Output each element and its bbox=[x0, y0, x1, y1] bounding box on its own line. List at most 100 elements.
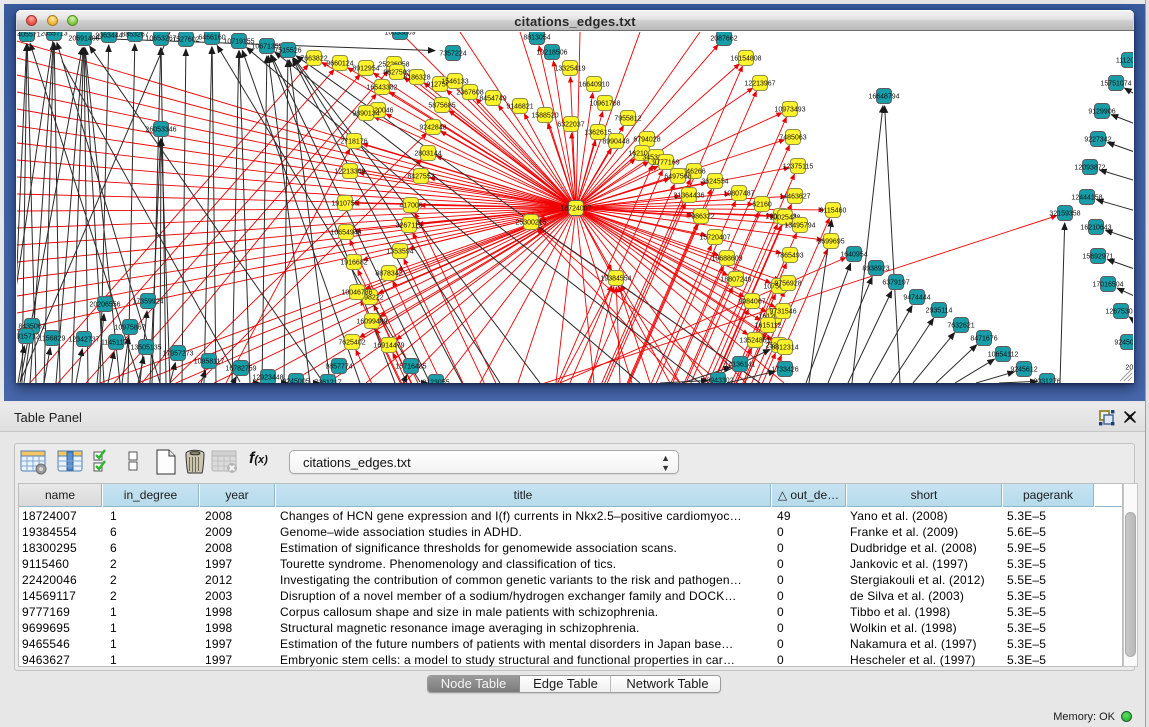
svg-text:9756928: 9756928 bbox=[774, 281, 801, 288]
svg-text:3624554: 3624554 bbox=[701, 179, 728, 186]
svg-text:2718176: 2718176 bbox=[340, 139, 367, 146]
svg-text:1156829: 1156829 bbox=[39, 336, 66, 343]
svg-text:10719155: 10719155 bbox=[223, 39, 254, 46]
svg-text:8912954: 8912954 bbox=[352, 66, 379, 73]
svg-text:13495794: 13495794 bbox=[784, 223, 815, 230]
svg-text:9227342: 9227342 bbox=[1084, 137, 1111, 144]
svg-text:9777169: 9777169 bbox=[652, 160, 679, 167]
svg-text:16210643: 16210643 bbox=[1080, 225, 1111, 232]
svg-text:3915712: 3915712 bbox=[17, 334, 40, 341]
svg-text:16154808: 16154808 bbox=[730, 56, 761, 63]
svg-text:1910755: 1910755 bbox=[331, 201, 358, 208]
svg-text:7955812: 7955812 bbox=[614, 116, 641, 123]
svg-text:8186328: 8186328 bbox=[403, 75, 430, 82]
svg-text:9857774: 9857774 bbox=[325, 364, 352, 371]
svg-text:17359924: 17359924 bbox=[132, 299, 163, 306]
svg-text:1588520: 1588520 bbox=[531, 113, 558, 120]
svg-text:8938923: 8938923 bbox=[862, 266, 889, 273]
svg-text:8427552: 8427552 bbox=[407, 174, 434, 181]
svg-text:32159358: 32159358 bbox=[1049, 211, 1080, 218]
svg-text:8471676: 8471676 bbox=[970, 336, 997, 343]
svg-text:12375115: 12375115 bbox=[783, 164, 814, 171]
svg-text:5875685: 5875685 bbox=[428, 103, 455, 110]
svg-text:7986322: 7986322 bbox=[687, 214, 714, 221]
svg-text:18807249: 18807249 bbox=[720, 277, 751, 284]
svg-text:20943302: 20943302 bbox=[702, 378, 733, 384]
svg-text:8878342: 8878342 bbox=[375, 271, 402, 278]
svg-text:1112004: 1112004 bbox=[1116, 58, 1133, 65]
svg-text:7865493: 7865493 bbox=[776, 253, 803, 260]
svg-text:9063444: 9063444 bbox=[95, 33, 122, 40]
svg-text:1405571: 1405571 bbox=[17, 32, 41, 39]
svg-text:10975867: 10975867 bbox=[114, 325, 145, 332]
svg-text:10654948: 10654948 bbox=[330, 230, 361, 237]
svg-text:16543382: 16543382 bbox=[366, 85, 397, 92]
svg-text:62160: 62160 bbox=[752, 202, 772, 209]
svg-text:9115460: 9115460 bbox=[820, 208, 847, 215]
svg-text:1733426: 1733426 bbox=[771, 367, 798, 374]
svg-text:10046786: 10046786 bbox=[341, 290, 372, 297]
svg-text:14463627: 14463627 bbox=[779, 194, 810, 201]
svg-text:1615112: 1615112 bbox=[755, 323, 782, 330]
svg-text:9731546: 9731546 bbox=[769, 309, 796, 316]
svg-text:18724007: 18724007 bbox=[560, 206, 591, 213]
svg-text:16914479: 16914479 bbox=[373, 343, 404, 350]
svg-text:12923448: 12923448 bbox=[252, 375, 283, 382]
svg-text:6794028: 6794028 bbox=[633, 137, 660, 144]
svg-text:9245612: 9245612 bbox=[1010, 367, 1037, 374]
svg-text:9146821: 9146821 bbox=[506, 104, 533, 111]
svg-text:16099489: 16099489 bbox=[356, 319, 387, 326]
svg-text:417006: 417006 bbox=[399, 203, 422, 210]
svg-text:15716485: 15716485 bbox=[395, 364, 426, 371]
svg-text:12093872: 12093872 bbox=[1074, 165, 1105, 172]
svg-text:11451194: 11451194 bbox=[101, 340, 131, 347]
svg-text:25300215: 25300215 bbox=[515, 220, 546, 227]
svg-text:12213967: 12213967 bbox=[744, 81, 775, 88]
svg-text:10961768: 10961768 bbox=[589, 101, 620, 108]
svg-text:1362615: 1362615 bbox=[584, 130, 611, 137]
svg-text:7625402: 7625402 bbox=[338, 340, 365, 347]
svg-text:1640954: 1640954 bbox=[840, 252, 867, 259]
svg-text:12342737: 12342737 bbox=[68, 337, 99, 344]
svg-text:15751074: 15751074 bbox=[1100, 81, 1131, 88]
svg-text:13325419: 13325419 bbox=[554, 66, 585, 73]
svg-text:10688609: 10688609 bbox=[711, 256, 742, 263]
svg-text:9660124: 9660124 bbox=[326, 61, 353, 68]
svg-text:8123055: 8123055 bbox=[422, 380, 449, 384]
svg-text:26053346: 26053346 bbox=[145, 127, 176, 134]
svg-text:8454749: 8454749 bbox=[479, 96, 506, 103]
svg-text:8812314: 8812314 bbox=[771, 345, 798, 352]
svg-text:9245033: 9245033 bbox=[1114, 340, 1133, 347]
svg-text:1916682: 1916682 bbox=[340, 260, 367, 267]
svg-text:10973493: 10973493 bbox=[774, 107, 805, 114]
svg-text:16033809: 16033809 bbox=[384, 32, 415, 37]
svg-text:7515526: 7515526 bbox=[274, 48, 301, 55]
svg-text:9084067: 9084067 bbox=[738, 299, 765, 306]
svg-text:1527602: 1527602 bbox=[172, 37, 199, 44]
svg-text:8813054: 8813054 bbox=[523, 35, 550, 42]
svg-text:9242848: 9242848 bbox=[419, 125, 446, 132]
svg-text:2803144: 2803144 bbox=[414, 151, 441, 158]
svg-text:14136141: 14136141 bbox=[724, 362, 755, 369]
svg-text:2055713: 2055713 bbox=[40, 32, 67, 38]
svg-text:2935114: 2935114 bbox=[926, 308, 953, 315]
svg-text:16648794: 16648794 bbox=[868, 94, 899, 101]
svg-text:9474444: 9474444 bbox=[903, 295, 930, 302]
svg-text:1546133: 1546133 bbox=[441, 79, 468, 86]
svg-text:9245005: 9245005 bbox=[282, 379, 309, 384]
svg-text:9031276: 9031276 bbox=[1033, 379, 1060, 384]
svg-text:7632621: 7632621 bbox=[947, 323, 974, 330]
svg-text:3267110: 3267110 bbox=[396, 223, 423, 230]
svg-text:7361217: 7361217 bbox=[314, 380, 341, 384]
svg-text:7663822: 7663822 bbox=[300, 56, 327, 63]
svg-text:15692971: 15692971 bbox=[1082, 254, 1113, 261]
svg-text:12444158: 12444158 bbox=[1071, 195, 1102, 202]
svg-text:15720407: 15720407 bbox=[699, 235, 730, 242]
svg-text:9890134: 9890134 bbox=[352, 111, 379, 118]
svg-text:12675304: 12675304 bbox=[1105, 309, 1133, 316]
svg-text:17957273: 17957273 bbox=[162, 351, 193, 358]
svg-text:8990448: 8990448 bbox=[602, 139, 629, 146]
svg-text:20394521: 20394521 bbox=[1125, 365, 1133, 372]
svg-text:6379197: 6379197 bbox=[882, 280, 909, 287]
svg-text:16782759: 16782759 bbox=[225, 366, 256, 373]
